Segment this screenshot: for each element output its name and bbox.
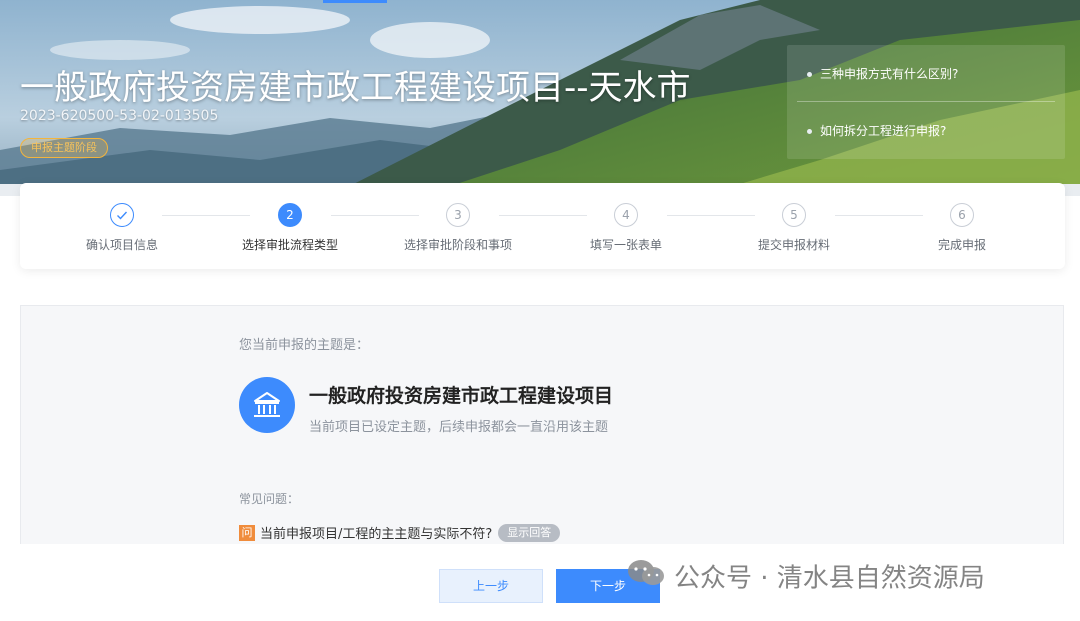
project-banner: 一般政府投资房建市政工程建设项目--天水市 2023-620500-53-02-…	[0, 0, 1080, 196]
step-select-stage-items[interactable]: 3 选择审批阶段和事项	[378, 203, 538, 253]
topic-hint: 您当前申报的主题是：	[239, 338, 370, 353]
faq-link-declaration-methods[interactable]: 三种申报方式有什么区别?	[807, 65, 958, 82]
question-row: 问当前申报项目/工程的主主题与实际不符? 显示回答	[239, 522, 561, 542]
top-tab-indicator	[323, 0, 387, 3]
faq-link-split-project[interactable]: 如何拆分工程进行申报?	[807, 122, 946, 139]
question-tag: 问	[239, 524, 255, 541]
step-label: 完成申报	[937, 238, 986, 252]
check-icon	[117, 211, 128, 220]
step-circle: 6	[950, 203, 974, 227]
faq-divider	[797, 101, 1055, 102]
wechat-icon	[626, 558, 666, 600]
dot-icon	[807, 72, 812, 77]
progress-steps: 确认项目信息 2 选择审批流程类型 3 选择审批阶段和事项 4 填写一张表单 5…	[20, 183, 1065, 269]
faq-link-label: 如何拆分工程进行申报?	[820, 124, 947, 138]
faq-link-label: 三种申报方式有什么区别?	[820, 67, 959, 81]
faq-panel: 三种申报方式有什么区别? 如何拆分工程进行申报?	[787, 45, 1065, 159]
step-select-process-type[interactable]: 2 选择审批流程类型	[210, 203, 370, 253]
step-submit-materials[interactable]: 5 提交申报材料	[714, 203, 874, 253]
step-confirm-project-info[interactable]: 确认项目信息	[42, 203, 202, 253]
watermark: 公众号 · 清水县自然资源局	[626, 558, 985, 598]
topic-panel: 您当前申报的主题是： 一般政府投资房建市政工程建设项目 当前项目已设定主题，后续…	[20, 305, 1064, 550]
step-label: 填写一张表单	[589, 238, 662, 252]
step-fill-form[interactable]: 4 填写一张表单	[546, 203, 706, 253]
government-building-icon	[239, 377, 295, 433]
common-questions-heading: 常见问题：	[239, 492, 300, 506]
step-label: 选择审批阶段和事项	[403, 238, 512, 252]
step-circle: 5	[782, 203, 806, 227]
project-title: 一般政府投资房建市政工程建设项目--天水市	[20, 68, 691, 108]
question-text: 当前申报项目/工程的主主题与实际不符?	[260, 527, 493, 542]
step-label: 确认项目信息	[85, 238, 158, 252]
step-complete[interactable]: 6 完成申报	[882, 203, 1042, 253]
topic-title: 一般政府投资房建市政工程建设项目	[309, 385, 614, 407]
page: 一般政府投资房建市政工程建设项目--天水市 2023-620500-53-02-…	[0, 0, 1080, 621]
step-label: 提交申报材料	[757, 238, 830, 252]
show-answer-button[interactable]: 显示回答	[498, 523, 561, 542]
step-circle: 3	[446, 203, 470, 227]
dot-icon	[807, 129, 812, 134]
stage-badge: 申报主题阶段	[20, 138, 108, 158]
step-circle	[110, 203, 134, 227]
project-code: 2023-620500-53-02-013505	[20, 108, 219, 124]
topic-description: 当前项目已设定主题，后续申报都会一直沿用该主题	[309, 420, 609, 435]
watermark-text: 公众号 · 清水县自然资源局	[674, 563, 985, 594]
step-circle: 2	[278, 203, 302, 227]
previous-step-button[interactable]: 上一步	[439, 569, 543, 603]
step-circle: 4	[614, 203, 638, 227]
step-label: 选择审批流程类型	[241, 238, 338, 252]
